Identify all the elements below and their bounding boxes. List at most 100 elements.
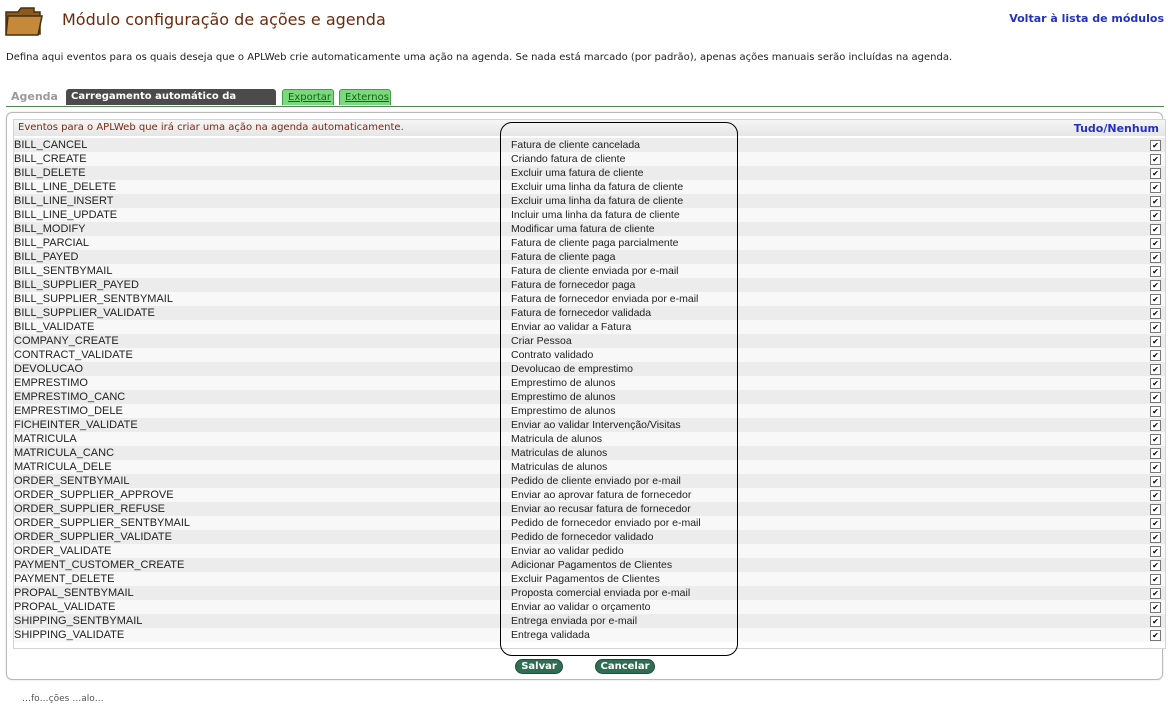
event-description: Emprestimo de alunos [511, 391, 616, 403]
event-row: BILL_LINE_INSERT Excluir uma linha da fat… [14, 194, 1165, 208]
event-description: Pedido de fornecedor validado [511, 531, 654, 543]
event-checkbox[interactable]: ✔ [1150, 252, 1161, 263]
event-code: ORDER_SENTBYMAIL [14, 475, 130, 487]
event-checkbox[interactable]: ✔ [1150, 280, 1161, 291]
event-description: Fatura de cliente paga parcialmente [511, 237, 679, 249]
event-code: FICHEINTER_VALIDATE [14, 419, 138, 431]
event-checkbox[interactable]: ✔ [1150, 616, 1161, 627]
event-checkbox[interactable]: ✔ [1150, 140, 1161, 151]
event-checkbox[interactable]: ✔ [1150, 350, 1161, 361]
event-row: EMPRESTIMO_CANC Emprestimo de alunos ✔ [14, 390, 1165, 404]
event-row: BILL_CANCEL Fatura de cliente cancelada ✔ [14, 138, 1165, 152]
event-row: BILL_SUPPLIER_VALIDATE Fatura de forneced… [14, 306, 1165, 320]
event-row: PROPAL_SENTBYMAIL Proposta comercial envi… [14, 586, 1165, 600]
event-code: ORDER_SUPPLIER_REFUSE [14, 503, 165, 515]
event-row: BILL_SENTBYMAIL Fatura de cliente enviada… [14, 264, 1165, 278]
event-row: CONTRACT_VALIDATE Contrato validado ✔ [14, 348, 1165, 362]
event-checkbox[interactable]: ✔ [1150, 266, 1161, 277]
event-checkbox[interactable]: ✔ [1150, 448, 1161, 459]
event-checkbox[interactable]: ✔ [1150, 406, 1161, 417]
event-checkbox[interactable]: ✔ [1150, 322, 1161, 333]
event-checkbox[interactable]: ✔ [1150, 574, 1161, 585]
event-checkbox[interactable]: ✔ [1150, 238, 1161, 249]
event-code: EMPRESTIMO_DELE [14, 405, 123, 417]
event-checkbox[interactable]: ✔ [1150, 308, 1161, 319]
event-description: Enviar ao validar a Fatura [511, 321, 632, 333]
event-row: ORDER_VALIDATE Enviar ao validar pedido ✔ [14, 544, 1165, 558]
event-checkbox[interactable]: ✔ [1150, 588, 1161, 599]
back-to-modules-link[interactable]: Voltar à lista de módulos [1009, 12, 1164, 25]
event-description: Modificar uma fatura de cliente [511, 223, 655, 235]
event-code: BILL_LINE_INSERT [14, 195, 114, 207]
event-description: Entrega validada [511, 629, 590, 641]
tab-agenda[interactable]: Agenda [6, 89, 58, 105]
event-checkbox[interactable]: ✔ [1150, 336, 1161, 347]
event-checkbox[interactable]: ✔ [1150, 490, 1161, 501]
page-header: Módulo configuração de ações e agenda Vo… [0, 0, 1168, 44]
event-code: ORDER_SUPPLIER_SENTBYMAIL [14, 517, 191, 529]
event-row: ORDER_SENTBYMAIL Pedido de cliente enviad… [14, 474, 1165, 488]
event-checkbox[interactable]: ✔ [1150, 476, 1161, 487]
event-checkbox[interactable]: ✔ [1150, 196, 1161, 207]
tab-external[interactable]: Externos [339, 89, 391, 105]
event-code: EMPRESTIMO [14, 377, 88, 389]
event-code: MATRICULA [14, 433, 77, 445]
save-button[interactable]: Salvar [516, 660, 562, 673]
event-checkbox[interactable]: ✔ [1150, 504, 1161, 515]
event-description: Fatura de cliente enviada por e-mail [511, 265, 679, 277]
event-row: BILL_VALIDATE Enviar ao validar a Fatura ✔ [14, 320, 1165, 334]
event-code: SHIPPING_VALIDATE [14, 629, 125, 641]
event-code: BILL_LINE_DELETE [14, 181, 117, 193]
event-checkbox[interactable]: ✔ [1150, 602, 1161, 613]
event-row: BILL_DELETE Excluir uma fatura de cliente… [14, 166, 1165, 180]
event-checkbox[interactable]: ✔ [1150, 392, 1161, 403]
event-code: BILL_SUPPLIER_PAYED [14, 279, 139, 291]
event-checkbox[interactable]: ✔ [1150, 210, 1161, 221]
event-checkbox[interactable]: ✔ [1150, 154, 1161, 165]
event-row: ORDER_SUPPLIER_REFUSE Enviar ao recusar f… [14, 502, 1165, 516]
event-checkbox[interactable]: ✔ [1150, 546, 1161, 557]
event-code: BILL_PAYED [14, 251, 79, 263]
event-row: ORDER_SUPPLIER_SENTBYMAIL Pedido de forne… [14, 516, 1165, 530]
events-panel: Eventos para o APLWeb que irá criar uma … [6, 112, 1166, 680]
event-description: Enviar ao recusar fatura de fornecedor [511, 503, 691, 515]
event-row: BILL_PAYED Fatura de cliente paga ✔ [14, 250, 1165, 264]
select-none-link[interactable]: Nenhum [1107, 122, 1159, 135]
footer-text: …fo…ções …alo… [22, 694, 104, 704]
event-description: Devolucao de emprestimo [511, 363, 633, 375]
event-description: Emprestimo de alunos [511, 377, 616, 389]
event-row: MATRICULA_CANC Matriculas de alunos ✔ [14, 446, 1165, 460]
select-all-link[interactable]: Tudo [1074, 122, 1104, 135]
event-description: Excluir Pagamentos de Clientes [511, 573, 660, 585]
event-checkbox[interactable]: ✔ [1150, 182, 1161, 193]
folder-icon [5, 7, 43, 36]
cancel-button[interactable]: Cancelar [596, 660, 654, 673]
event-code: ORDER_SUPPLIER_VALIDATE [14, 531, 172, 543]
event-checkbox[interactable]: ✔ [1150, 630, 1161, 641]
event-checkbox[interactable]: ✔ [1150, 518, 1161, 529]
event-checkbox[interactable]: ✔ [1150, 532, 1161, 543]
event-description: Pedido de cliente enviado por e-mail [511, 475, 681, 487]
event-code: CONTRACT_VALIDATE [14, 349, 133, 361]
tab-export[interactable]: Exportar [282, 89, 334, 105]
event-checkbox[interactable]: ✔ [1150, 168, 1161, 179]
event-description: Entrega enviada por e-mail [511, 615, 638, 627]
event-row: PAYMENT_DELETE Excluir Pagamentos de Clie… [14, 572, 1165, 586]
event-code: PROPAL_VALIDATE [14, 601, 116, 613]
event-checkbox[interactable]: ✔ [1150, 378, 1161, 389]
event-row: COMPANY_CREATE Criar Pessoa ✔ [14, 334, 1165, 348]
select-toggle: Tudo/Nenhum [1074, 122, 1159, 135]
event-checkbox[interactable]: ✔ [1150, 294, 1161, 305]
event-checkbox[interactable]: ✔ [1150, 434, 1161, 445]
event-row: FICHEINTER_VALIDATE Enviar ao validar Int… [14, 418, 1165, 432]
event-checkbox[interactable]: ✔ [1150, 462, 1161, 473]
event-checkbox[interactable]: ✔ [1150, 420, 1161, 431]
event-code: PAYMENT_CUSTOMER_CREATE [14, 559, 185, 571]
event-description: Fatura de fornecedor paga [511, 279, 636, 291]
event-code: BILL_SUPPLIER_VALIDATE [14, 307, 155, 319]
event-checkbox[interactable]: ✔ [1150, 560, 1161, 571]
event-checkbox[interactable]: ✔ [1150, 364, 1161, 375]
event-checkbox[interactable]: ✔ [1150, 224, 1161, 235]
event-row: ORDER_SUPPLIER_VALIDATE Pedido de fornece… [14, 530, 1165, 544]
tab-auto-load[interactable]: Carregamento automático da ordem do dia [66, 89, 276, 118]
